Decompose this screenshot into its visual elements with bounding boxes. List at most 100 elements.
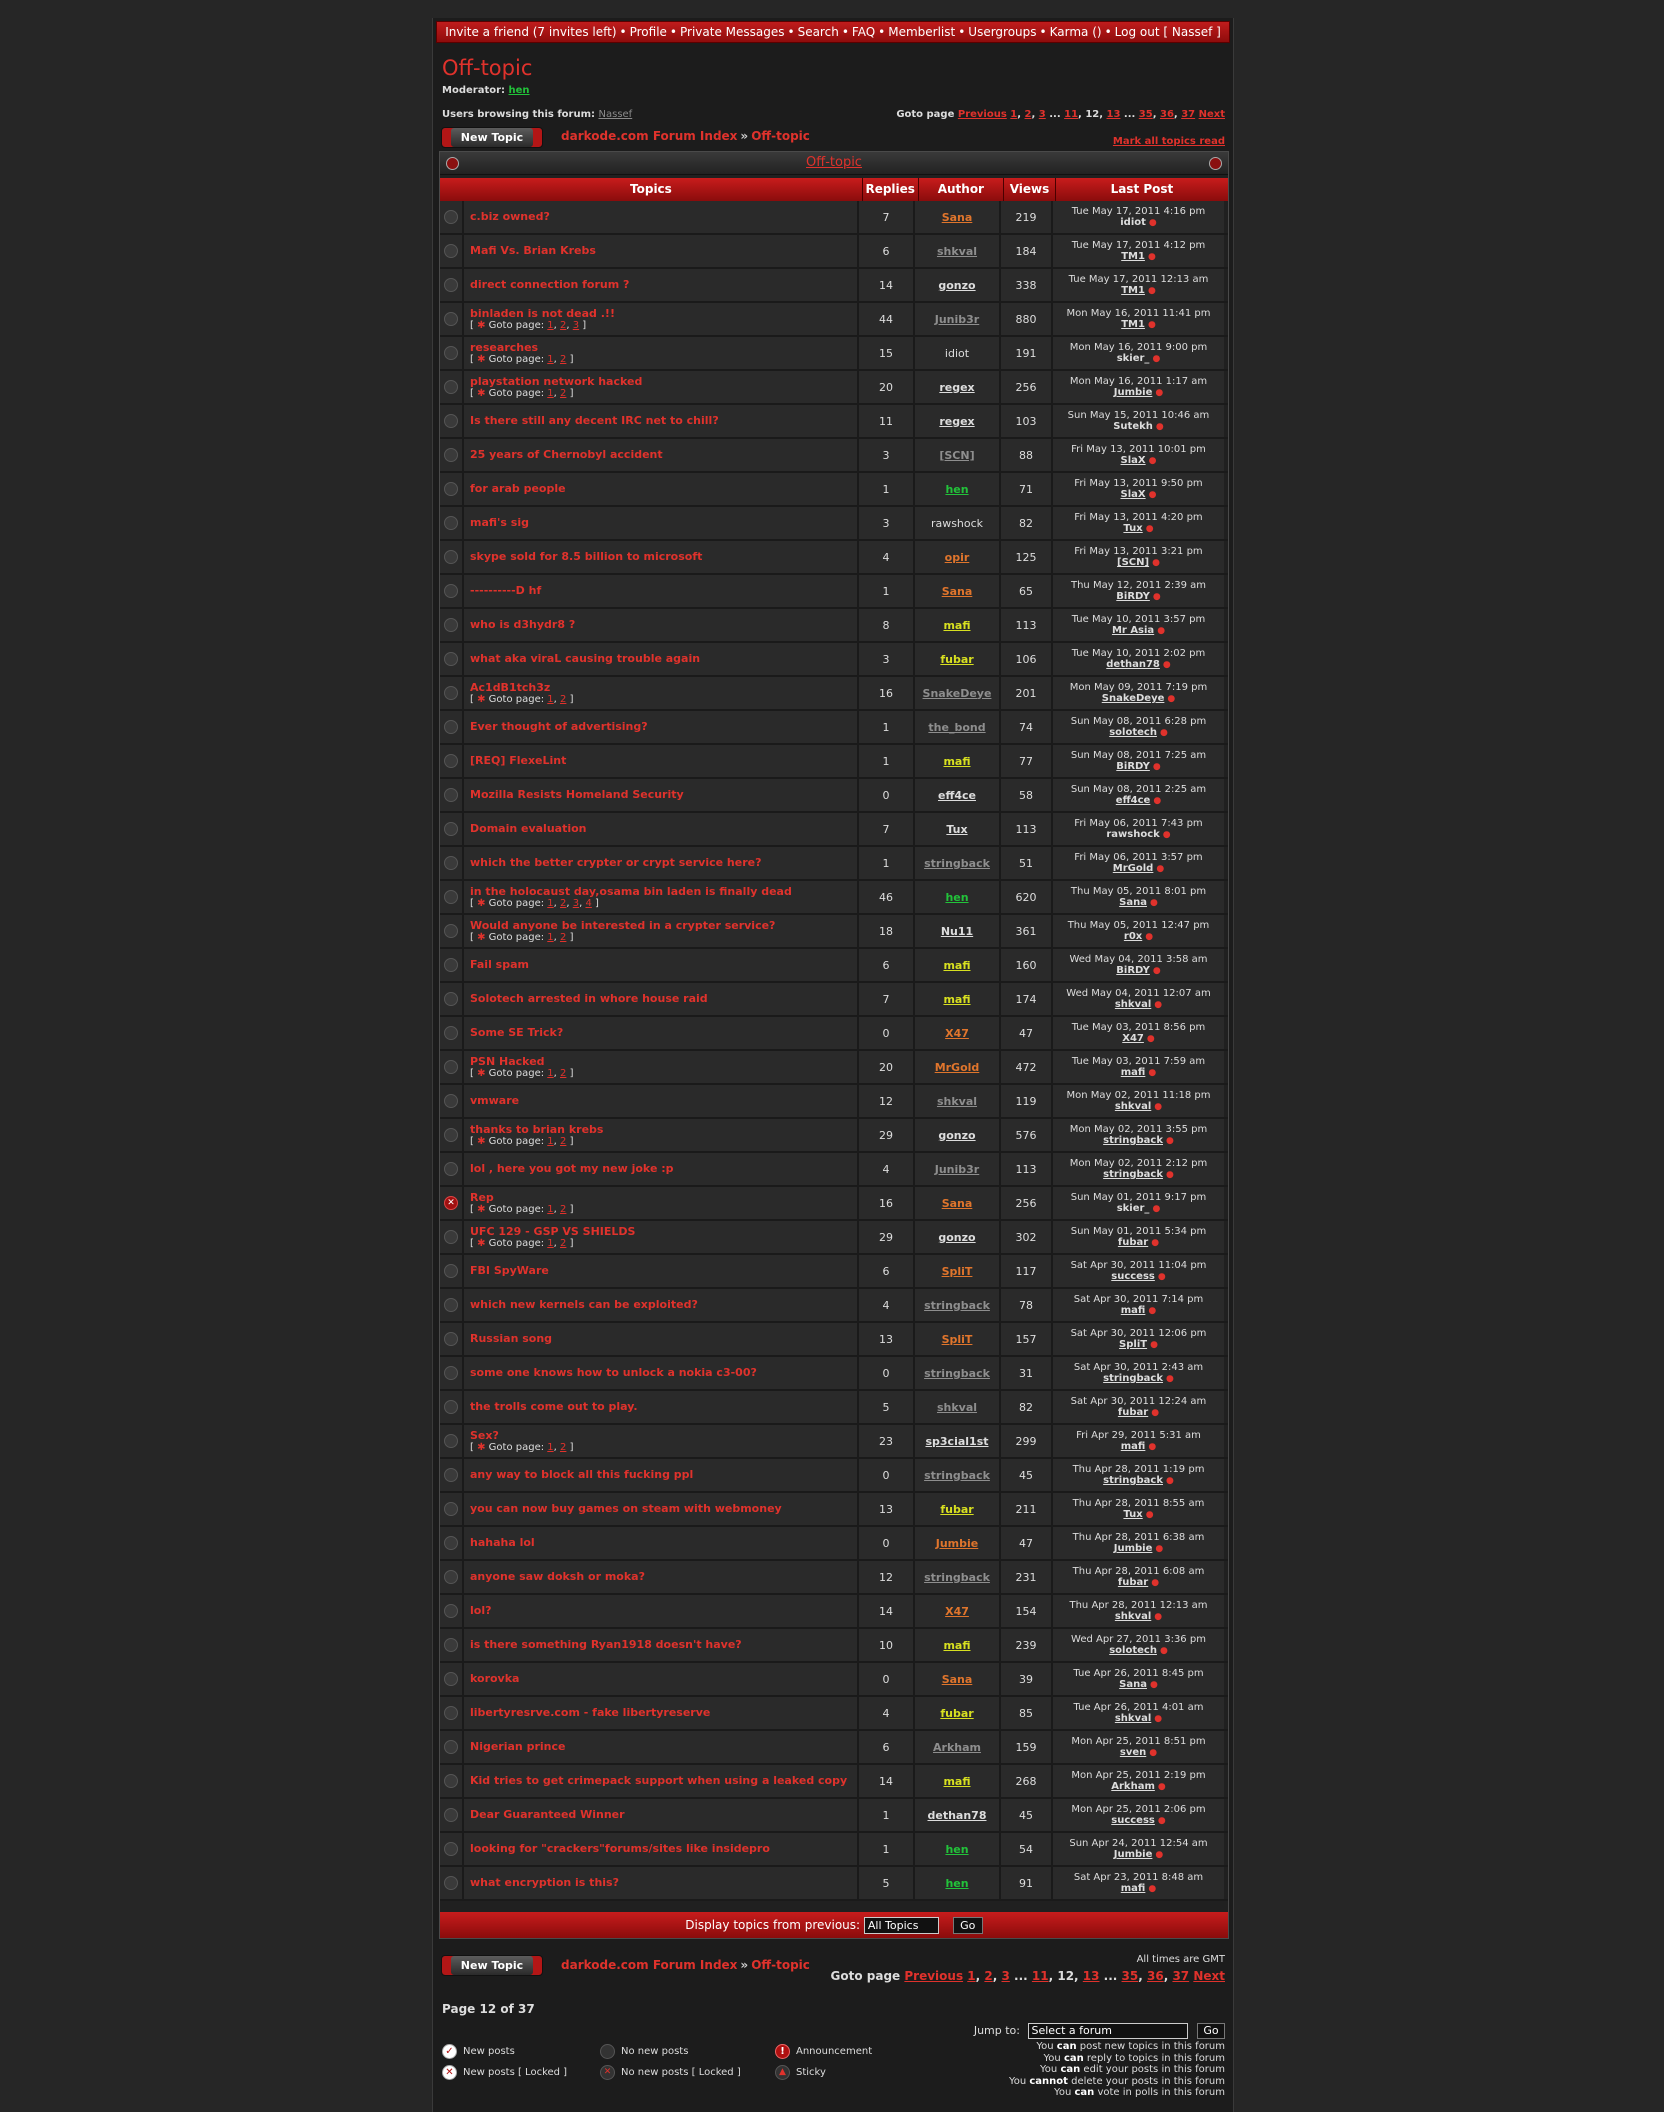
topic-title-link[interactable]: any way to block all this fucking ppl [470,1469,693,1481]
view-latest-post-icon[interactable]: ● [1163,1136,1174,1146]
topic-page-link[interactable]: 1 [547,354,553,365]
topic-title-link[interactable]: looking for "crackers"forums/sites like … [470,1843,770,1855]
author-link[interactable]: gonzo [938,1129,975,1142]
author-link[interactable]: mafi [943,959,970,972]
moderator-link[interactable]: hen [509,85,530,96]
last-poster-link[interactable]: SnakeDeye [1102,693,1165,704]
previous-page-link[interactable]: Previous [904,1969,963,1983]
topic-page-link[interactable]: 2 [560,1204,566,1215]
topic-title-link[interactable]: [REQ] FlexeLint [470,755,566,767]
last-poster-link[interactable]: Jumbie [1114,387,1153,398]
view-latest-post-icon[interactable]: ● [1152,1850,1163,1860]
topic-page-link[interactable]: 1 [547,1238,553,1249]
next-page-link[interactable]: Next [1199,109,1225,120]
view-latest-post-icon[interactable]: ● [1163,1170,1174,1180]
last-poster-link[interactable]: r0x [1124,931,1142,942]
author-link[interactable]: the_bond [928,721,985,734]
author-link[interactable]: Tux [946,823,967,836]
nav-item[interactable]: Search [798,25,839,39]
nav-item[interactable]: Invite a friend (7 invites left) [445,25,616,39]
page-link[interactable]: 13 [1083,1969,1100,1983]
author-link[interactable]: shkval [937,245,977,258]
page-link[interactable]: 11 [1064,109,1078,120]
page-link[interactable]: 37 [1181,109,1195,120]
topic-page-link[interactable]: 1 [547,932,553,943]
mark-all-read-link[interactable]: Mark all topics read [1113,136,1225,147]
last-poster-link[interactable]: mafi [1121,1883,1146,1894]
last-poster-link[interactable]: Mr Asia [1112,625,1154,636]
nav-item[interactable]: Profile [630,25,667,39]
last-poster-link[interactable]: shkval [1115,999,1151,1010]
topic-title-link[interactable]: hahaha lol [470,1537,535,1549]
view-latest-post-icon[interactable]: ● [1149,1204,1160,1214]
last-poster-link[interactable]: stringback [1103,1373,1163,1384]
author-link[interactable]: gonzo [938,279,975,292]
breadcrumb-index-link[interactable]: darkode.com Forum Index [561,1958,737,1972]
page-link[interactable]: 1 [967,1969,975,1983]
topic-page-link[interactable]: 2 [560,354,566,365]
author-link[interactable]: mafi [943,993,970,1006]
topic-page-link[interactable]: 2 [560,694,566,705]
nav-item[interactable]: Private Messages [680,25,785,39]
author-link[interactable]: mafi [943,1775,970,1788]
author-link[interactable]: shkval [937,1095,977,1108]
topic-title-link[interactable]: ----------D hf [470,585,541,597]
display-topics-select[interactable]: All Topics [863,1917,939,1934]
author-link[interactable]: opir [945,551,970,564]
view-latest-post-icon[interactable]: ● [1145,286,1156,296]
topic-title-link[interactable]: Is there still any decent IRC net to chi… [470,415,719,427]
author-link[interactable]: stringback [924,1469,990,1482]
view-latest-post-icon[interactable]: ● [1160,660,1171,670]
last-poster-link[interactable]: TM1 [1121,319,1145,330]
view-latest-post-icon[interactable]: ● [1163,1476,1174,1486]
author-link[interactable]: Sana [942,585,973,598]
topic-title-link[interactable]: for arab people [470,483,566,495]
last-poster-link[interactable]: BiRDY [1116,965,1150,976]
topic-page-link[interactable]: 1 [547,694,553,705]
last-poster-link[interactable]: stringback [1103,1169,1163,1180]
topic-title-link[interactable]: playstation network hacked [470,375,642,388]
author-link[interactable]: Sana [942,1197,973,1210]
topic-page-link[interactable]: 1 [547,1204,553,1215]
topic-page-link[interactable]: 2 [560,320,566,331]
topic-page-link[interactable]: 1 [547,320,553,331]
topic-page-link[interactable]: 2 [560,1136,566,1147]
topic-title-link[interactable]: which new kernels can be exploited? [470,1299,698,1311]
author-link[interactable]: SpliT [942,1333,973,1346]
display-go-button[interactable]: Go [952,1917,983,1934]
author-link[interactable]: MrGold [935,1061,980,1074]
topic-title-link[interactable]: what encryption is this? [470,1877,619,1889]
last-poster-link[interactable]: Jumbie [1114,1543,1153,1554]
last-poster-link[interactable]: eff4ce [1116,795,1151,806]
view-latest-post-icon[interactable]: ● [1148,1238,1159,1248]
topic-title-link[interactable]: Nigerian prince [470,1741,565,1753]
author-link[interactable]: gonzo [938,1231,975,1244]
page-link[interactable]: 11 [1032,1969,1049,1983]
author-link[interactable]: X47 [945,1027,969,1040]
last-poster-link[interactable]: success [1111,1815,1155,1826]
topic-title-link[interactable]: Kid tries to get crimepack support when … [470,1775,847,1787]
author-link[interactable]: eff4ce [938,789,976,802]
topic-title-link[interactable]: UFC 129 - GSP VS SHIELDS [470,1225,635,1238]
topic-title-link[interactable]: Would anyone be interested in a crypter … [470,919,775,932]
topic-title-link[interactable]: Sex? [470,1429,499,1442]
author-link[interactable]: Jumbie [936,1537,979,1550]
view-latest-post-icon[interactable]: ● [1145,1068,1156,1078]
view-latest-post-icon[interactable]: ● [1149,354,1160,364]
topic-title-link[interactable]: who is d3hydr8 ? [470,619,575,631]
topic-title-link[interactable]: you can now buy games on steam with webm… [470,1503,782,1515]
last-poster-link[interactable]: TM1 [1121,251,1145,262]
last-poster-link[interactable]: Tux [1123,523,1142,534]
view-latest-post-icon[interactable]: ● [1151,1714,1162,1724]
topic-title-link[interactable]: Dear Guaranteed Winner [470,1809,625,1821]
topic-title-link[interactable]: libertyresrve.com - fake libertyreserve [470,1707,710,1719]
new-topic-button-bottom[interactable]: New Topic [441,1955,543,1976]
view-latest-post-icon[interactable]: ● [1152,388,1163,398]
view-latest-post-icon[interactable]: ● [1155,1272,1166,1282]
topic-title-link[interactable]: thanks to brian krebs [470,1123,603,1136]
last-poster-link[interactable]: dethan78 [1106,659,1160,670]
view-latest-post-icon[interactable]: ● [1147,1340,1158,1350]
author-link[interactable]: stringback [924,1571,990,1584]
last-poster-link[interactable]: Arkham [1111,1781,1155,1792]
last-poster-link[interactable]: solotech [1109,727,1157,738]
